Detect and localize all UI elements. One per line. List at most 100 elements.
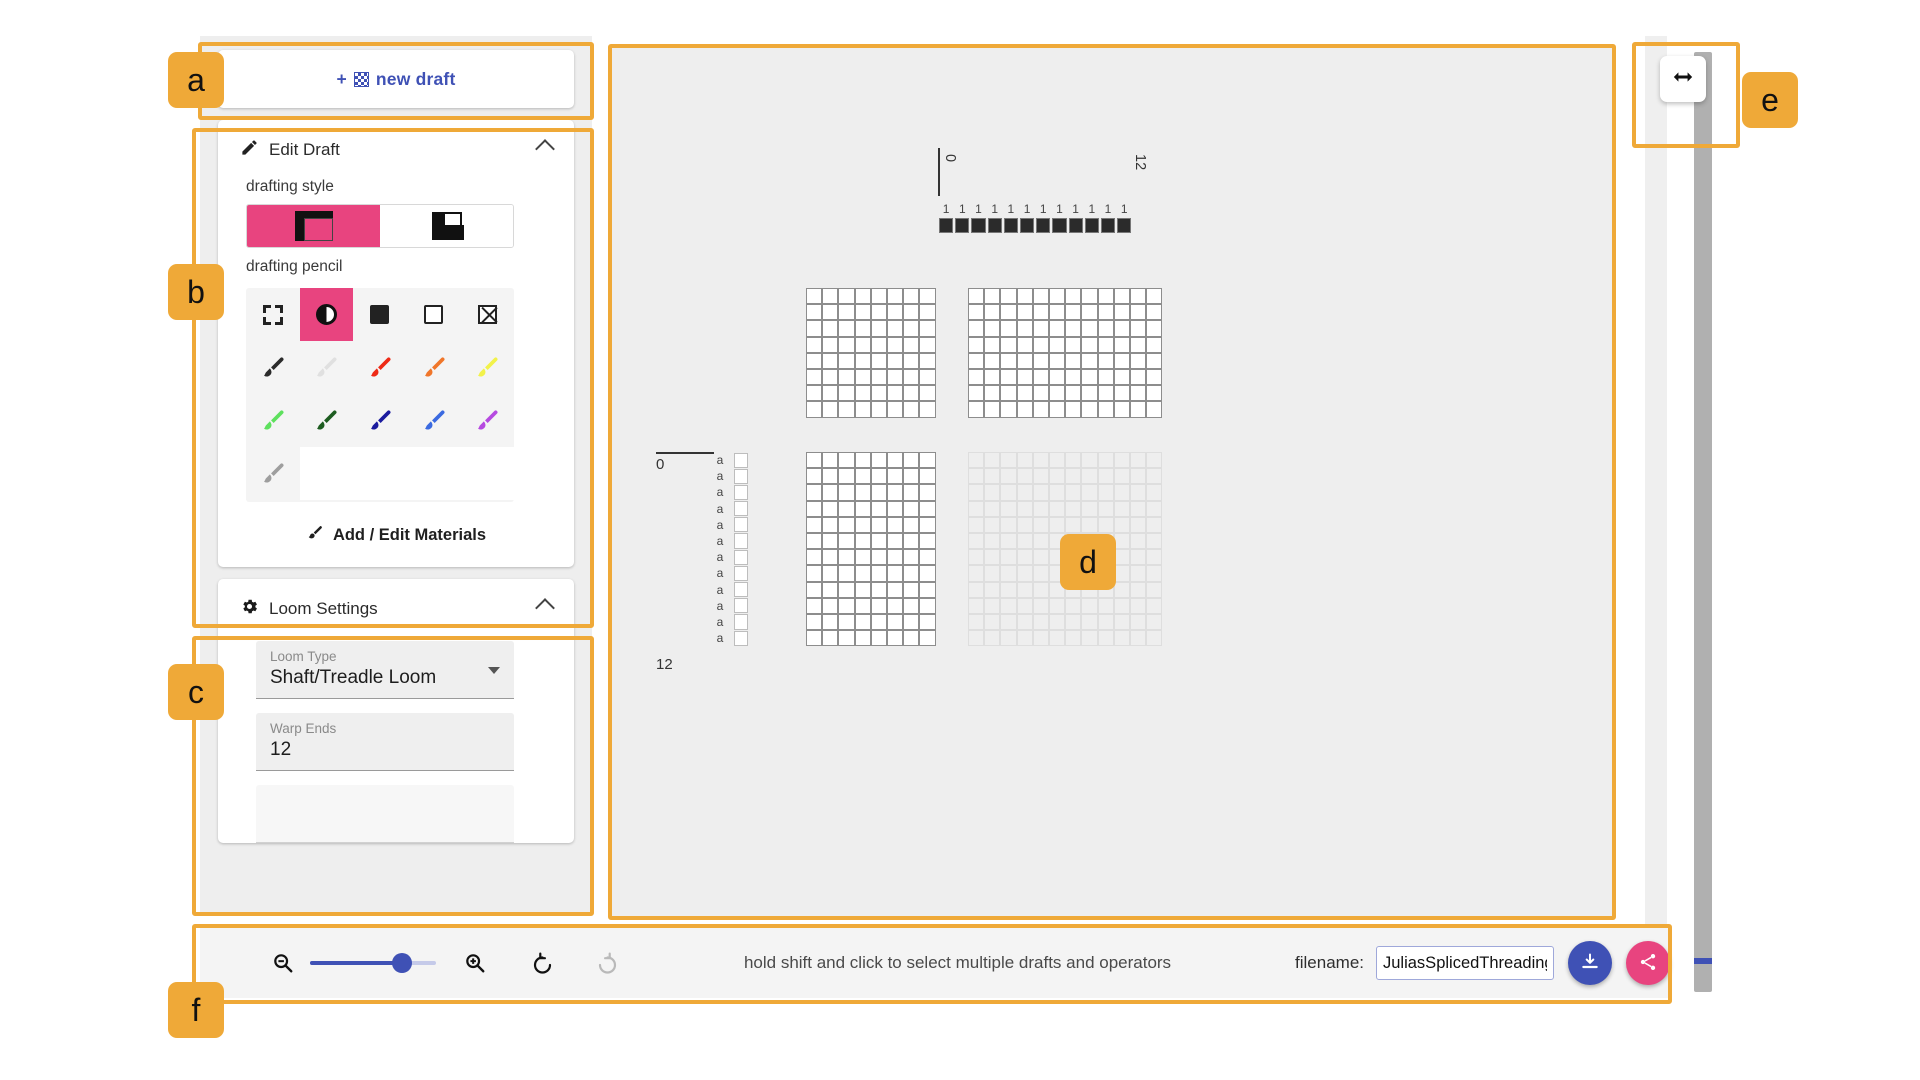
- top-ruler-cell[interactable]: 1: [1003, 202, 1019, 234]
- grid-cell[interactable]: [870, 401, 887, 418]
- grid-cell[interactable]: [1065, 500, 1082, 517]
- grid-cell[interactable]: [854, 581, 871, 598]
- grid-cell[interactable]: [968, 549, 985, 566]
- grid-cell[interactable]: [1032, 385, 1049, 402]
- grid-cell[interactable]: [968, 581, 985, 598]
- grid-cell[interactable]: [1146, 533, 1163, 550]
- top-ruler-cell[interactable]: 1: [1019, 202, 1035, 234]
- grid-cell[interactable]: [1049, 401, 1066, 418]
- grid-cell[interactable]: [1130, 401, 1147, 418]
- grid-cell[interactable]: [870, 614, 887, 631]
- grid-cell[interactable]: [1081, 304, 1098, 321]
- top-ruler-cell[interactable]: 1: [1068, 202, 1084, 234]
- left-ruler-row[interactable]: a: [712, 582, 749, 598]
- grid-cell[interactable]: [1016, 614, 1033, 631]
- grid-cell[interactable]: [968, 304, 985, 321]
- brush-navy-icon[interactable]: [353, 394, 407, 447]
- grid-cell[interactable]: [1000, 352, 1017, 369]
- grid-cell[interactable]: [887, 352, 904, 369]
- grid-cell[interactable]: [1146, 352, 1163, 369]
- grid-cell[interactable]: [984, 533, 1001, 550]
- grid-cell[interactable]: [1065, 468, 1082, 485]
- top-ruler-cell[interactable]: 1: [970, 202, 986, 234]
- grid-cell[interactable]: [903, 581, 920, 598]
- grid-cell[interactable]: [854, 288, 871, 305]
- grid-cell[interactable]: [1113, 484, 1130, 501]
- grid-cell[interactable]: [968, 468, 985, 485]
- grid-cell[interactable]: [838, 385, 855, 402]
- grid-cell[interactable]: [1081, 320, 1098, 337]
- grid-cell[interactable]: [968, 630, 985, 647]
- grid-cell[interactable]: [822, 500, 839, 517]
- grid-cell[interactable]: [870, 533, 887, 550]
- grid-cell[interactable]: [1146, 468, 1163, 485]
- grid-cell[interactable]: [1016, 288, 1033, 305]
- top-ruler-cell-block[interactable]: [987, 218, 1002, 234]
- grid-cell[interactable]: [1097, 385, 1114, 402]
- grid-cell[interactable]: [984, 452, 1001, 469]
- grid-cell[interactable]: [1146, 630, 1163, 647]
- top-ruler-cell-block[interactable]: [1052, 218, 1067, 234]
- grid-cell[interactable]: [919, 516, 936, 533]
- brush-orange-icon[interactable]: [407, 341, 461, 394]
- grid-cell[interactable]: [1032, 320, 1049, 337]
- grid-cell[interactable]: [968, 385, 985, 402]
- download-button[interactable]: [1568, 941, 1612, 985]
- grid-cell[interactable]: [984, 369, 1001, 386]
- grid-cell[interactable]: [968, 565, 985, 582]
- grid-cell[interactable]: [1032, 565, 1049, 582]
- grid-cell[interactable]: [1130, 549, 1147, 566]
- grid-cell[interactable]: [1016, 336, 1033, 353]
- grid-cell[interactable]: [1113, 614, 1130, 631]
- grid-cell[interactable]: [1113, 288, 1130, 305]
- grid-cell[interactable]: [1032, 452, 1049, 469]
- grid-cell[interactable]: [1113, 500, 1130, 517]
- grid-cell[interactable]: [1065, 452, 1082, 469]
- grid-cell[interactable]: [806, 288, 823, 305]
- grid-cell[interactable]: [1016, 320, 1033, 337]
- grid-cell[interactable]: [822, 468, 839, 485]
- toggle-heddle-icon[interactable]: [299, 288, 354, 341]
- grid-cell[interactable]: [1049, 468, 1066, 485]
- grid-cell[interactable]: [1097, 452, 1114, 469]
- grid-cell[interactable]: [1000, 336, 1017, 353]
- grid-cell[interactable]: [1113, 304, 1130, 321]
- grid-cell[interactable]: [806, 320, 823, 337]
- undo-icon[interactable]: [530, 951, 554, 975]
- grid-cell[interactable]: [887, 336, 904, 353]
- grid-cell[interactable]: [903, 369, 920, 386]
- left-ruler-row[interactable]: a: [712, 533, 749, 549]
- grid-cell[interactable]: [887, 484, 904, 501]
- scroll-indicator[interactable]: [1694, 958, 1712, 964]
- grid-cell[interactable]: [984, 468, 1001, 485]
- left-ruler-row-block[interactable]: [734, 565, 749, 581]
- grid-cell[interactable]: [1049, 320, 1066, 337]
- grid-cell[interactable]: [838, 288, 855, 305]
- grid-cell[interactable]: [903, 304, 920, 321]
- top-ruler-cell-block[interactable]: [1100, 218, 1116, 234]
- grid-cell[interactable]: [1065, 336, 1082, 353]
- grid-cell[interactable]: [919, 385, 936, 402]
- grid-cell[interactable]: [903, 484, 920, 501]
- grid-cell[interactable]: [1113, 468, 1130, 485]
- grid-cell[interactable]: [1000, 288, 1017, 305]
- grid-cell[interactable]: [1130, 565, 1147, 582]
- grid-cell[interactable]: [1097, 352, 1114, 369]
- next-field-partial[interactable]: [256, 785, 514, 843]
- grid-cell[interactable]: [1000, 614, 1017, 631]
- grid-cell[interactable]: [919, 614, 936, 631]
- grid-cell[interactable]: [1097, 614, 1114, 631]
- grid-cell[interactable]: [1113, 581, 1130, 598]
- grid-cell[interactable]: [1130, 369, 1147, 386]
- grid-cell[interactable]: [806, 597, 823, 614]
- grid-cell[interactable]: [854, 452, 871, 469]
- grid-cell[interactable]: [1000, 452, 1017, 469]
- left-ruler-row-block[interactable]: [734, 549, 749, 565]
- grid-cell[interactable]: [1065, 304, 1082, 321]
- chevron-down-icon[interactable]: [488, 667, 500, 674]
- grid-cell[interactable]: [806, 352, 823, 369]
- grid-cell[interactable]: [1113, 630, 1130, 647]
- grid-cell[interactable]: [1032, 484, 1049, 501]
- grid-cell[interactable]: [870, 630, 887, 647]
- grid-cell[interactable]: [903, 336, 920, 353]
